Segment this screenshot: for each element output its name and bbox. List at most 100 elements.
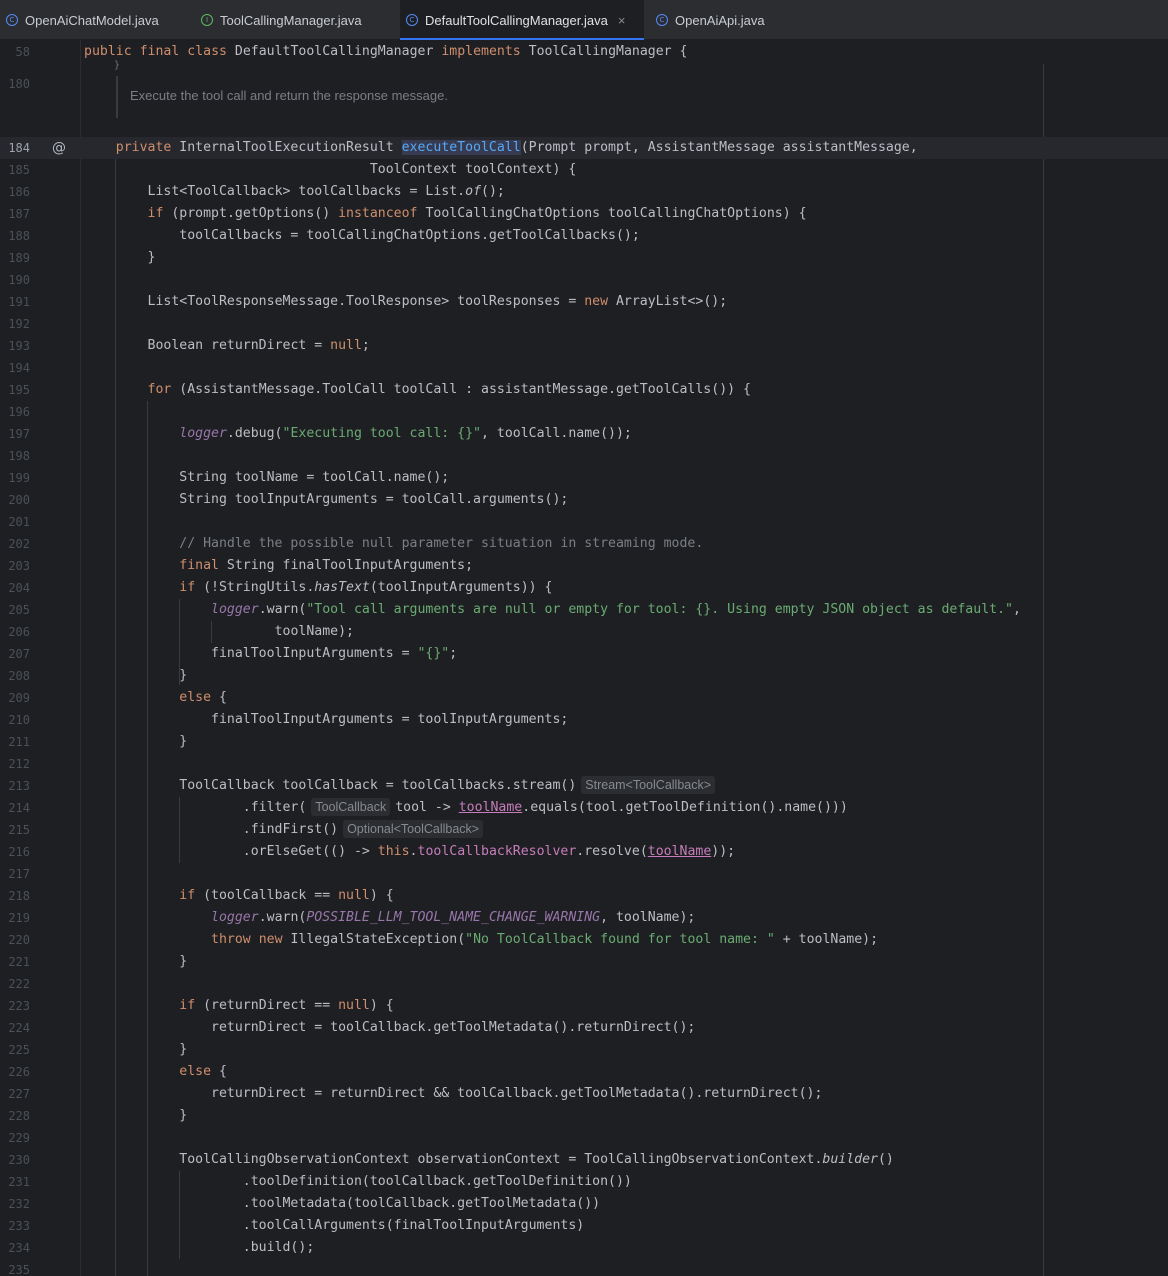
- code-line: 218 if (toolCallback == null) {: [0, 885, 1168, 907]
- code-line: 200 String toolInputArguments = toolCall…: [0, 489, 1168, 511]
- line-number: 212: [8, 757, 30, 771]
- line-number: 216: [8, 845, 30, 859]
- code-line: 217: [0, 863, 1168, 885]
- code-text: }: [179, 954, 188, 969]
- code-line: 229: [0, 1127, 1168, 1149]
- tab-openai-chat-model[interactable]: C OpenAiChatModel.java: [0, 0, 187, 40]
- code-line: 222: [0, 973, 1168, 995]
- line-number: 202: [8, 537, 30, 551]
- code-text: for (AssistantMessage.ToolCall toolCall …: [147, 382, 751, 397]
- line-number: 218: [8, 889, 30, 903]
- code-line: 188 toolCallbacks = toolCallingChatOptio…: [0, 225, 1168, 247]
- line-number: 233: [8, 1219, 30, 1233]
- line-number: 185: [8, 163, 30, 177]
- line-number: 234: [8, 1241, 30, 1255]
- code-line: 228 }: [0, 1105, 1168, 1127]
- code-text: String toolInputArguments = toolCall.arg…: [179, 492, 569, 507]
- code-line: 210 finalToolInputArguments = toolInputA…: [0, 709, 1168, 731]
- line-number: 223: [8, 999, 30, 1013]
- code-text: logger.warn(POSSIBLE_LLM_TOOL_NAME_CHANG…: [211, 910, 696, 925]
- code-text: final String finalToolInputArguments;: [179, 558, 474, 573]
- line-number: 235: [8, 1263, 30, 1276]
- code-line-current: 184 @ private InternalToolExecutionResul…: [0, 137, 1168, 159]
- line-number: 215: [8, 823, 30, 837]
- code-line: 209 else {: [0, 687, 1168, 709]
- line-number: 222: [8, 977, 30, 991]
- tab-openai-api[interactable]: C OpenAiApi.java: [650, 0, 795, 40]
- code-line: 201: [0, 511, 1168, 533]
- code-text: }: [179, 734, 188, 749]
- line-number: 227: [8, 1087, 30, 1101]
- annotation-icon[interactable]: @: [52, 137, 66, 159]
- code-text: ToolCallingObservationContext observatio…: [179, 1152, 894, 1167]
- code-line: 211 }: [0, 731, 1168, 753]
- code-line: 233 .toolCallArguments(finalToolInputArg…: [0, 1215, 1168, 1237]
- tab-default-tool-calling-manager[interactable]: C DefaultToolCallingManager.java ×: [400, 0, 644, 41]
- code-line: 231 .toolDefinition(toolCallback.getTool…: [0, 1171, 1168, 1193]
- code-line: 58 public final class DefaultToolCalling…: [0, 41, 1168, 63]
- code-line: 213 ToolCallback toolCallback = toolCall…: [0, 775, 1168, 797]
- code-text: }: [179, 668, 188, 683]
- line-number: 201: [8, 515, 30, 529]
- code-line: 189 }: [0, 247, 1168, 269]
- code-text: }: [179, 1108, 188, 1123]
- code-text: throw new IllegalStateException("No Tool…: [211, 932, 879, 947]
- code-line: 203 final String finalToolInputArguments…: [0, 555, 1168, 577]
- code-text: }: [147, 250, 156, 265]
- code-line: 194: [0, 357, 1168, 379]
- code-text: .build();: [242, 1240, 315, 1255]
- code-line: 215 .findFirst() Optional<ToolCallback>: [0, 819, 1168, 841]
- rendered-doc-comment: Execute the tool call and return the res…: [116, 76, 1045, 118]
- code-line: 205 logger.warn("Tool call arguments are…: [0, 599, 1168, 621]
- line-number: 204: [8, 581, 30, 595]
- line-number: 205: [8, 603, 30, 617]
- line-number: 221: [8, 955, 30, 969]
- line-number: 220: [8, 933, 30, 947]
- code-line: 232 .toolMetadata(toolCallback.getToolMe…: [0, 1193, 1168, 1215]
- line-number: 184: [8, 141, 30, 155]
- interface-icon: I: [201, 14, 213, 26]
- line-number: 214: [8, 801, 30, 815]
- code-editor[interactable]: 58 public final class DefaultToolCalling…: [0, 40, 1168, 1276]
- line-number: 213: [8, 779, 30, 793]
- line-number: 199: [8, 471, 30, 485]
- code-line: 198: [0, 445, 1168, 467]
- code-text: Boolean returnDirect = null;: [147, 338, 370, 353]
- code-line: 199 String toolName = toolCall.name();: [0, 467, 1168, 489]
- line-number: 194: [8, 361, 30, 375]
- code-text: else {: [179, 690, 227, 705]
- tab-tool-calling-manager[interactable]: I ToolCallingManager.java: [195, 0, 393, 40]
- code-line: 220 throw new IllegalStateException("No …: [0, 929, 1168, 951]
- code-text: }: [179, 1042, 188, 1057]
- code-text: toolCallbacks = toolCallingChatOptions.g…: [179, 228, 640, 243]
- close-icon[interactable]: ×: [618, 13, 626, 28]
- line-number: 193: [8, 339, 30, 353]
- type-hint: ToolCallback: [311, 798, 391, 816]
- code-line: 223 if (returnDirect == null) {: [0, 995, 1168, 1017]
- line-number: 190: [8, 273, 30, 287]
- code-text: public final class DefaultToolCallingMan…: [84, 44, 688, 59]
- code-text: returnDirect = toolCallback.getToolMetad…: [211, 1020, 696, 1035]
- fold-marker: }: [114, 60, 121, 71]
- code-line: 197 logger.debug("Executing tool call: {…: [0, 423, 1168, 445]
- line-number: 209: [8, 691, 30, 705]
- code-text: finalToolInputArguments = "{}";: [211, 646, 458, 661]
- code-line: 190: [0, 269, 1168, 291]
- line-number: 217: [8, 867, 30, 881]
- code-line: 186 List<ToolCallback> toolCallbacks = L…: [0, 181, 1168, 203]
- code-line: 234 .build();: [0, 1237, 1168, 1259]
- line-number: 196: [8, 405, 30, 419]
- line-number: 187: [8, 207, 30, 221]
- code-text: finalToolInputArguments = toolInputArgum…: [211, 712, 569, 727]
- line-number: 195: [8, 383, 30, 397]
- code-text: List<ToolResponseMessage.ToolResponse> t…: [147, 294, 728, 309]
- line-number: 208: [8, 669, 30, 683]
- code-text: .findFirst() Optional<ToolCallback>: [84, 819, 488, 841]
- line-number: 189: [8, 251, 30, 265]
- line-number: 200: [8, 493, 30, 507]
- type-hint: Optional<ToolCallback>: [343, 820, 484, 838]
- code-text: .filter(ToolCallback tool -> toolName.equ…: [242, 798, 848, 816]
- code-line: 226 else {: [0, 1061, 1168, 1083]
- code-text: else {: [179, 1064, 227, 1079]
- code-line: 225 }: [0, 1039, 1168, 1061]
